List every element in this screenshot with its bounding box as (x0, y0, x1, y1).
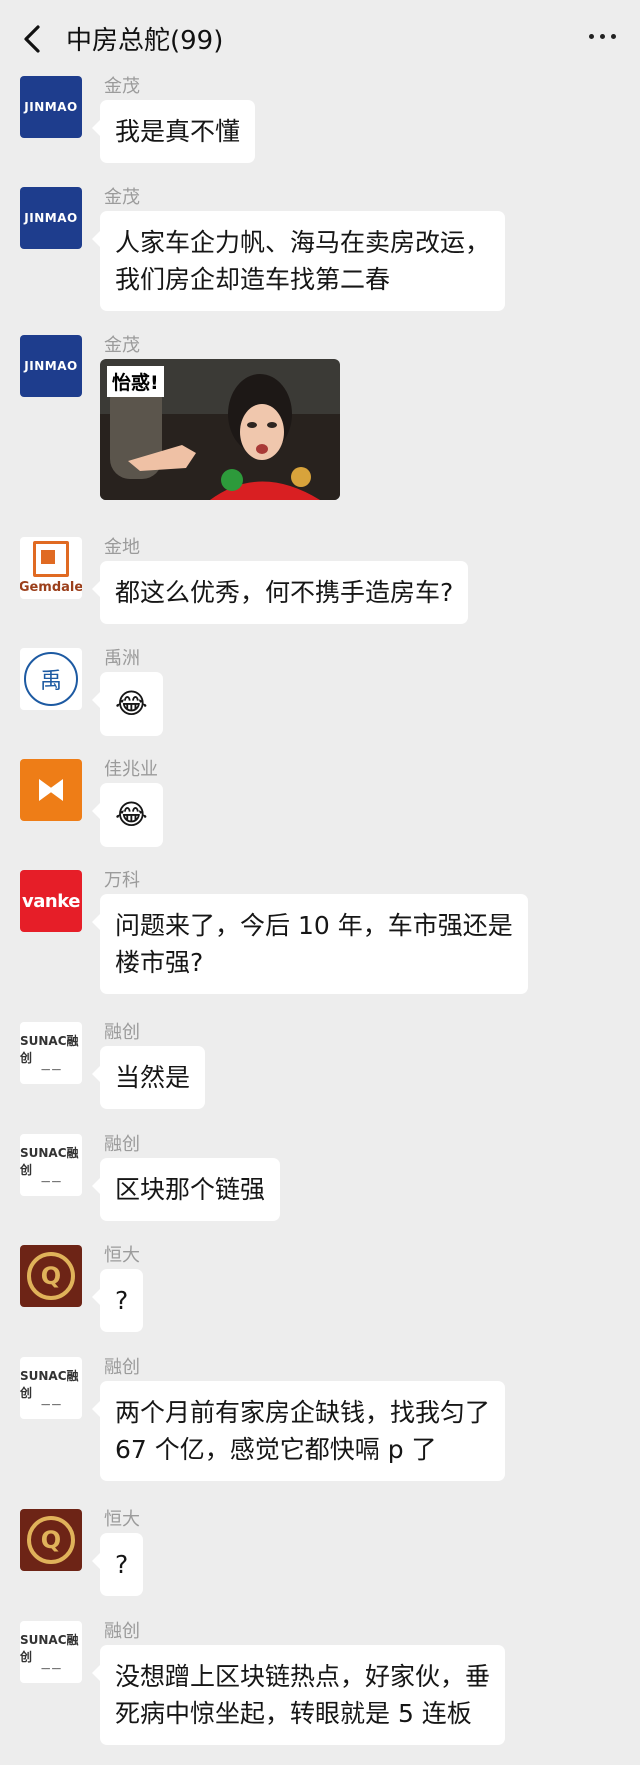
vanke-avatar[interactable]: vanke (20, 870, 82, 932)
message-bubble[interactable]: ? (91, 1269, 144, 1332)
sender-name: 金地 (104, 537, 140, 558)
sender-name: 金茂 (104, 187, 140, 208)
chat-title: 中房总舵(99) (66, 26, 224, 56)
yuzhou-avatar[interactable]: 禹 (20, 648, 82, 710)
message-bubble[interactable]: 当然是 (91, 1046, 206, 1109)
sunac-avatar[interactable]: SUNAC融创 ━━ ━━ (20, 1357, 82, 1419)
sender-name: 融创 (104, 1134, 140, 1155)
evergrande-avatar[interactable]: Q (20, 1245, 82, 1307)
message-bubble[interactable]: 人家车企力帆、海马在卖房改运， 我们房企却造车找第二春 (91, 211, 506, 311)
meme-image[interactable]: 怡惑! (100, 359, 340, 500)
evergrande-avatar[interactable]: Q (20, 1509, 82, 1571)
sender-name: 禹洲 (104, 648, 140, 669)
sender-name: 佳兆业 (104, 759, 158, 780)
jinmao-avatar[interactable]: JINMAO (20, 76, 82, 138)
sender-name: 融创 (104, 1621, 140, 1642)
message-bubble[interactable]: 两个月前有家房企缺钱，找我匀了 67 个亿，感觉它都快嗝 p 了 (91, 1381, 506, 1481)
sender-name: 恒大 (104, 1245, 140, 1266)
sunac-avatar[interactable]: SUNAC融创 ━━ ━━ (20, 1134, 82, 1196)
message-bubble[interactable]: 没想蹭上区块链热点，好家伙，垂 死病中惊坐起，转眼就是 5 连板 (91, 1645, 506, 1745)
sunac-avatar[interactable]: SUNAC融创 ━━ ━━ (20, 1621, 82, 1683)
sender-name: 融创 (104, 1357, 140, 1378)
message-bubble[interactable]: 问题来了，今后 10 年，车市强还是 楼市强? (92, 894, 528, 994)
more-options-icon[interactable] (589, 34, 616, 39)
sender-name: 万科 (104, 870, 140, 891)
message-bubble[interactable]: 区块那个链强 (91, 1158, 281, 1221)
sunac-avatar[interactable]: SUNAC融创 ━━ ━━ (20, 1022, 82, 1084)
emoji-bubble[interactable]: 😂 (92, 672, 163, 736)
sender-name: 恒大 (104, 1509, 140, 1530)
message-bubble[interactable]: 我是真不懂 (91, 100, 256, 163)
kaisa-avatar[interactable] (20, 759, 82, 821)
message-bubble[interactable]: ? (91, 1533, 144, 1596)
jinmao-avatar[interactable]: JINMAO (20, 335, 82, 397)
sender-name: 金茂 (104, 76, 140, 97)
back-arrow-icon[interactable] (18, 22, 48, 56)
jinmao-avatar[interactable]: JINMAO (20, 187, 82, 249)
message-bubble[interactable]: 都这么优秀，何不携手造房车? (91, 561, 469, 624)
chat-header: 中房总舵(99) (0, 0, 640, 78)
meme-caption: 怡惑! (107, 366, 164, 397)
sender-name: 金茂 (104, 335, 140, 356)
sender-name: 融创 (104, 1022, 140, 1043)
emoji-bubble[interactable]: 😂 (92, 783, 163, 847)
gemdale-avatar[interactable]: Gemdale (20, 537, 82, 599)
